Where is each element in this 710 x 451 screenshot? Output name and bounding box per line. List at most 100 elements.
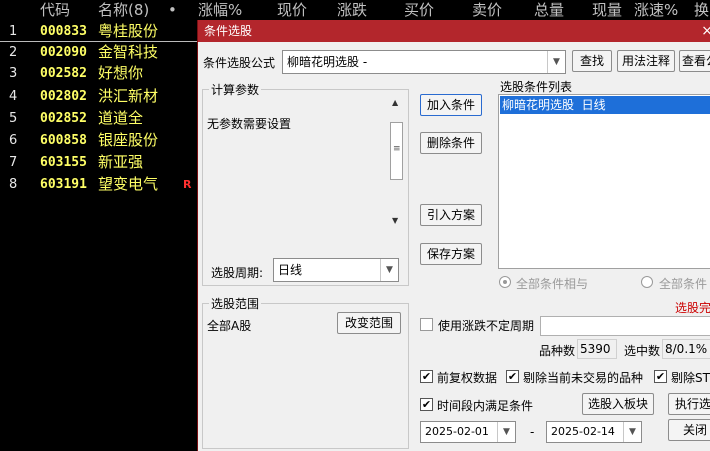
col-name[interactable]: 名称(8)	[98, 0, 149, 20]
stock-row[interactable]: 5 002852 道道全	[0, 108, 198, 129]
col-bid[interactable]: 买价	[404, 0, 434, 20]
row-index: 2	[9, 45, 18, 60]
period-input[interactable]	[540, 316, 710, 336]
chevron-down-icon[interactable]: ▼	[380, 259, 398, 281]
close-icon[interactable]: ×	[701, 20, 710, 42]
prior-adj-label: 前复权数据	[437, 371, 498, 385]
to-block-button[interactable]: 选股入板块	[582, 393, 654, 415]
col-code[interactable]: 代码	[40, 0, 70, 20]
formula-select[interactable]: 柳暗花明选股 - ▼	[282, 50, 566, 74]
find-button[interactable]: 查找	[572, 50, 612, 72]
stock-code: 603191	[40, 177, 87, 192]
col-change[interactable]: 涨跌	[337, 0, 367, 20]
col-price[interactable]: 现价	[277, 0, 307, 20]
radio-and[interactable]	[499, 276, 511, 288]
usage-notes-button[interactable]: 用法注释	[617, 50, 675, 72]
scope-group: 选股范围 全部A股 改变范围	[202, 295, 409, 449]
date-to-picker[interactable]: 2025-02-14 ▼	[546, 421, 642, 443]
stock-code: 002802	[40, 89, 87, 104]
execute-button[interactable]: 执行选	[668, 393, 710, 415]
stock-name: 金智科技	[98, 43, 159, 61]
date-from-picker[interactable]: 2025-02-01 ▼	[420, 421, 516, 443]
formula-label: 条件选股公式	[203, 56, 276, 70]
radio-or[interactable]	[641, 276, 653, 288]
dialog-title-bar[interactable]: 条件选股 ×	[198, 20, 710, 42]
scroll-up-icon[interactable]: ▲	[392, 98, 398, 107]
stock-code: 002582	[40, 66, 87, 81]
stock-code: 002090	[40, 45, 87, 60]
params-group-label: 计算参数	[209, 81, 262, 98]
row-index: 7	[9, 155, 18, 170]
grip-icon: ≡	[393, 144, 401, 154]
scope-group-label: 选股范围	[209, 295, 262, 312]
stock-name: 新亚强	[98, 153, 144, 171]
view-formula-button[interactable]: 查看公	[679, 50, 710, 72]
close-button[interactable]: 关闭	[668, 419, 710, 441]
stock-code: 000833	[40, 24, 87, 39]
stock-list-header: 代码 名称(8) • 涨幅% 现价 涨跌 买价 卖价 总量 现量 涨速% 换	[0, 0, 710, 20]
stock-row[interactable]: 2 002090 金智科技	[0, 42, 198, 63]
exclude-notrade-label: 剔除当前未交易的品种	[523, 371, 644, 385]
col-current-vol[interactable]: 现量	[592, 0, 622, 20]
count-value: 5390	[577, 339, 617, 359]
change-scope-button[interactable]: 改变范围	[337, 312, 401, 334]
condition-list-label: 选股条件列表	[500, 80, 573, 94]
period-label: 选股周期:	[211, 266, 264, 280]
stock-row[interactable]: 4 002802 洪汇新材	[0, 86, 198, 107]
params-group: 计算参数 无参数需要设置 ▲ ≡ ▼ 选股周期: 日线 ▼	[202, 81, 409, 286]
date-separator: -	[530, 425, 535, 439]
prior-adj-checkbox[interactable]: ✔	[420, 370, 433, 383]
delete-condition-button[interactable]: 删除条件	[420, 132, 482, 154]
stock-name: 洪汇新材	[98, 87, 159, 105]
stock-row[interactable]: 3 002582 好想你	[0, 63, 198, 84]
col-volume[interactable]: 总量	[534, 0, 564, 20]
stock-row[interactable]: 6 600858 银座股份	[0, 130, 198, 151]
stock-code: 600858	[40, 133, 87, 148]
radio-and-label: 全部条件相与	[516, 277, 589, 291]
exclude-notrade-checkbox[interactable]: ✔	[506, 370, 519, 383]
use-period-checkbox[interactable]	[420, 318, 433, 331]
stock-row[interactable]: 7 603155 新亚强	[0, 152, 198, 173]
chevron-down-icon[interactable]: ▼	[497, 422, 515, 442]
col-turnover[interactable]: 换	[694, 0, 709, 20]
count-label: 品种数	[539, 344, 576, 358]
row-index: 1	[9, 24, 18, 39]
chevron-down-icon[interactable]: ▼	[623, 422, 641, 442]
col-ask[interactable]: 卖价	[472, 0, 502, 20]
scroll-down-icon[interactable]: ▼	[392, 216, 398, 225]
exclude-st-label: 剔除ST	[671, 371, 710, 385]
status-text: 选股完	[675, 301, 710, 315]
save-plan-button[interactable]: 保存方案	[420, 243, 482, 265]
row-index: 8	[9, 177, 18, 192]
period-select[interactable]: 日线 ▼	[273, 258, 399, 282]
condition-list-item[interactable]: 柳暗花明选股 日线	[500, 96, 710, 114]
date-to-value: 2025-02-14	[551, 425, 615, 438]
stock-name: 望变电气	[98, 175, 159, 193]
date-from-value: 2025-02-01	[425, 425, 489, 438]
row-selection-line	[0, 41, 198, 42]
margin-flag: R	[183, 178, 192, 191]
stock-row[interactable]: 8 603191 望变电气 R	[0, 174, 198, 195]
col-change-pct[interactable]: 涨幅%	[198, 0, 242, 20]
period-value: 日线	[278, 263, 303, 277]
stock-name: 粤桂股份	[98, 22, 159, 40]
stock-code: 603155	[40, 155, 87, 170]
params-scrollbar[interactable]: ▲ ≡ ▼	[389, 98, 405, 230]
scope-value: 全部A股	[207, 319, 252, 333]
time-range-label: 时间段内满足条件	[437, 399, 534, 413]
condition-list[interactable]: 柳暗花明选股 日线	[498, 94, 710, 269]
stock-name: 道道全	[98, 109, 144, 127]
col-dot: •	[168, 1, 177, 19]
add-condition-button[interactable]: 加入条件	[420, 94, 482, 116]
chevron-down-icon[interactable]: ▼	[547, 51, 565, 73]
row-index: 6	[9, 133, 18, 148]
formula-value: 柳暗花明选股 -	[287, 55, 368, 69]
time-range-checkbox[interactable]: ✔	[420, 398, 433, 411]
dialog-title: 条件选股	[204, 24, 253, 38]
params-text: 无参数需要设置	[207, 117, 292, 131]
exclude-st-checkbox[interactable]: ✔	[654, 370, 667, 383]
stock-row[interactable]: 1 000833 粤桂股份	[0, 21, 198, 42]
stock-name: 银座股份	[98, 131, 159, 149]
col-speed[interactable]: 涨速%	[634, 0, 678, 20]
import-plan-button[interactable]: 引入方案	[420, 204, 482, 226]
